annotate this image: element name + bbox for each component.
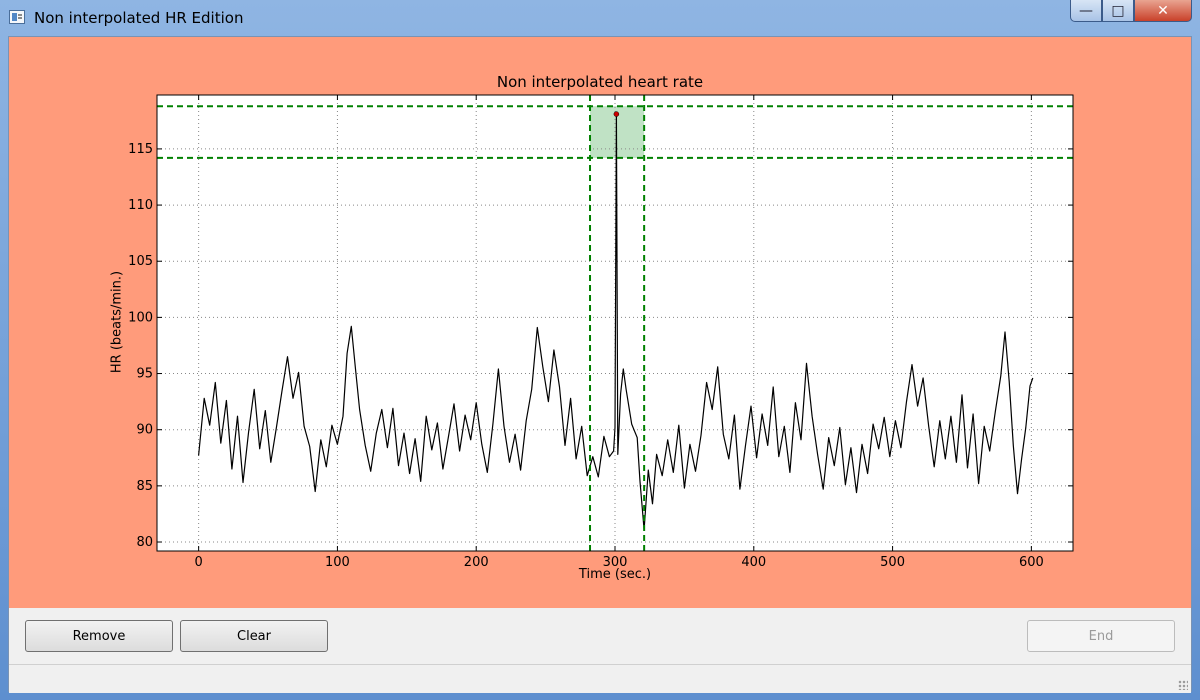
close-button[interactable]: ✕: [1134, 0, 1192, 22]
status-bar: [9, 664, 1191, 693]
chart-title: Non interpolated heart rate: [496, 73, 704, 91]
button-bar: Remove Clear End: [9, 608, 1191, 693]
maximize-icon: □: [1111, 2, 1125, 19]
minimize-icon: —: [1079, 2, 1093, 19]
resize-grip-icon[interactable]: [1178, 680, 1188, 690]
x-axis-label: Time (sec.): [578, 567, 652, 582]
clear-button[interactable]: Clear: [180, 620, 328, 652]
window-controls: — □ ✕: [1070, 0, 1192, 22]
minimize-button[interactable]: —: [1070, 0, 1102, 22]
end-button: End: [1027, 620, 1175, 652]
y-tick-label: 110: [128, 198, 153, 213]
maximize-button[interactable]: □: [1102, 0, 1134, 22]
close-icon: ✕: [1157, 2, 1169, 19]
remove-button[interactable]: Remove: [25, 620, 173, 652]
app-window: Non interpolated HR Edition — □ ✕ 0 100 20…: [0, 0, 1200, 700]
app-icon: [9, 10, 25, 24]
y-tick-label: 115: [128, 142, 153, 157]
y-tick-label: 105: [128, 254, 153, 269]
y-axis-label: HR (beats/min.): [109, 270, 125, 374]
y-tick-label: 80: [136, 535, 153, 550]
y-tick-label: 85: [136, 479, 153, 494]
y-tick-label: 100: [128, 310, 153, 325]
y-tick-label: 90: [136, 423, 153, 438]
y-tick-label: 95: [136, 367, 153, 382]
chart-figure: 0 100 200 300 400 500 600 80 85 90 95 100 105 110 115 …: [9, 37, 1191, 608]
selected-point: [613, 111, 620, 117]
window-title: Non interpolated HR Edition: [34, 9, 244, 27]
title-bar[interactable]: Non interpolated HR Edition — □ ✕: [0, 0, 1200, 36]
chart-canvas[interactable]: 0 100 200 300 400 500 60080859095100105110115: [9, 37, 1191, 608]
client-area: 0 100 200 300 400 500 600 80 85 90 95 100 105 110 115 …: [8, 36, 1192, 693]
